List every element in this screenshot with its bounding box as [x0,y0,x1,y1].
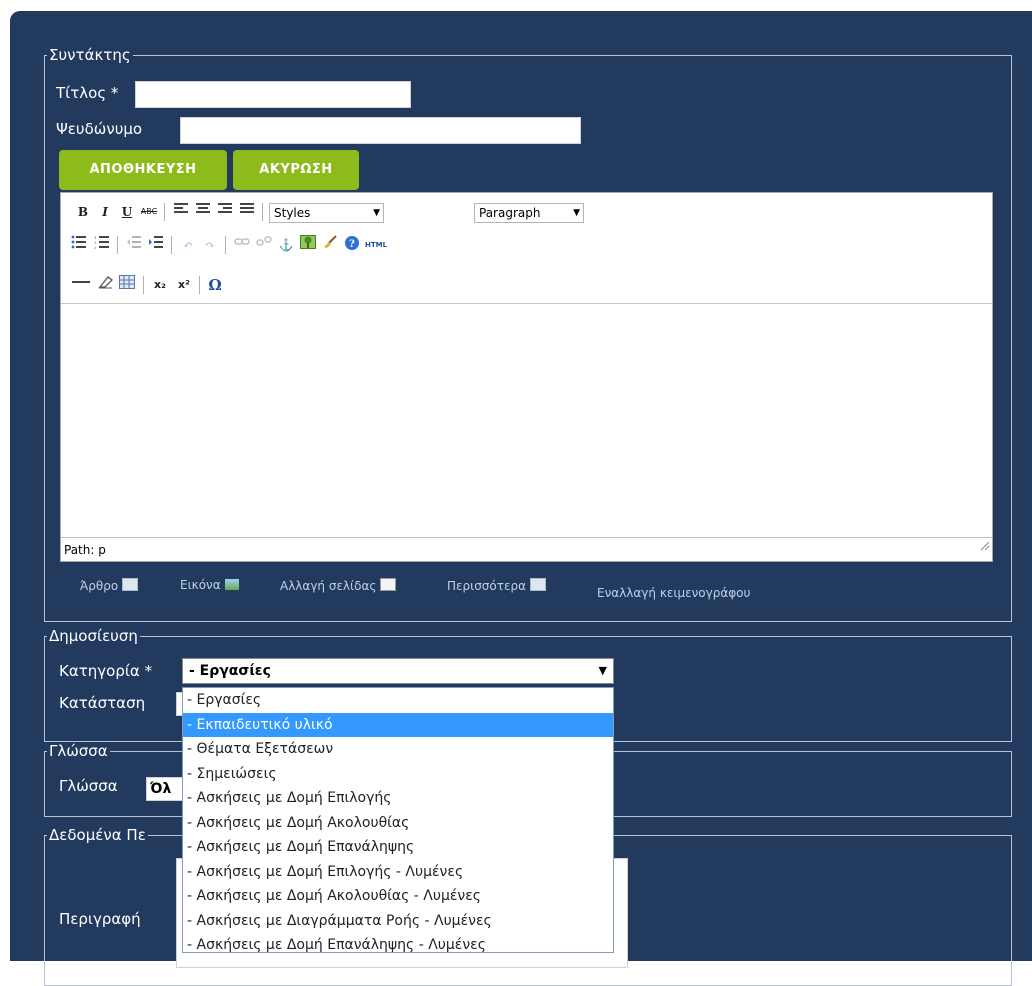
help-icon[interactable]: ? [342,235,362,255]
editor-path-bar: Path: p [61,537,992,561]
underline-button[interactable]: U [117,202,137,222]
language-label: Γλώσσα [59,777,118,795]
page-break-button[interactable]: Αλλαγή σελίδας [280,578,397,593]
svg-text:?: ? [349,239,355,250]
save-button[interactable]: ΑΠΟΘΗΚΕΥΣΗ [59,150,227,190]
editor-legend: Συντάκτης [49,46,131,64]
category-option[interactable]: - Ασκήσεις με Δομή Επανάληψης - Λυμένες [183,933,613,958]
numbered-list-icon[interactable]: 123 [92,235,112,255]
align-left-icon[interactable] [171,202,191,222]
toolbar-separator [143,276,144,294]
outdent-icon[interactable] [124,235,144,255]
link-icon[interactable] [232,235,252,255]
alias-label: Ψευδώνυμο [56,120,143,138]
anchor-icon[interactable]: ⚓ [276,235,296,255]
category-option[interactable]: - Ασκήσεις με Δομή Ακολουθίας - Λυμένες [183,884,613,909]
align-justify-icon[interactable] [237,202,257,222]
category-option[interactable]: - Ασκήσεις με Δομή Επιλογής [183,786,613,811]
path-text: Path: p [64,543,106,557]
language-select[interactable]: Όλ [146,777,186,801]
toolbar-separator [164,203,165,221]
align-center-icon[interactable] [193,202,213,222]
undo-icon[interactable]: ↶ [178,235,198,255]
insert-image-label: Εικόνα [180,578,221,592]
chevron-down-icon: ▼ [598,664,607,677]
chevron-down-icon: ▼ [573,208,580,218]
remove-format-icon[interactable] [95,275,115,295]
article-icon [122,578,139,591]
category-option[interactable]: - Σημειώσεις [183,762,613,787]
insert-article-button[interactable]: Άρθρο [80,578,139,593]
resize-handle-icon[interactable] [980,535,990,559]
html-source-button[interactable]: HTML [363,235,389,255]
format-select-value: Paragraph [479,206,541,220]
category-option[interactable]: - Ασκήσεις με Διαγράμματα Ροής - Λυμένες [183,909,613,934]
subscript-button[interactable]: x₂ [150,275,170,295]
styles-select-value: Styles [274,206,311,220]
status-label: Κατάσταση [59,694,146,712]
toolbar-separator [262,203,263,221]
superscript-button[interactable]: x² [174,275,194,295]
format-select[interactable]: Paragraph ▼ [474,203,584,223]
description-label: Περιγραφή [59,910,141,928]
table-icon[interactable] [117,275,137,295]
category-option[interactable]: - Ασκήσεις με Δομή Ακολουθίας [183,811,613,836]
language-legend: Γλώσσα [49,742,108,760]
toolbar-separator [225,236,226,254]
category-option[interactable]: - Θέματα Εξετάσεων [183,737,613,762]
editor-content-area[interactable] [61,304,992,538]
rich-text-editor: B I U ABC Styles ▼ Paragraph ▼ 123 ↶ ↷ ⚓ ?… [60,192,993,562]
category-options-list: - Εργασίες - Εκπαιδευτικό υλικό - Θέματα Ε… [182,687,614,953]
cancel-button[interactable]: ΑΚΥΡΩΣΗ [233,150,359,190]
title-input[interactable] [135,81,411,108]
bullet-list-icon[interactable] [69,235,89,255]
svg-text:3: 3 [94,245,97,249]
toolbar-separator [199,276,200,294]
category-option[interactable]: - Εκπαιδευτικό υλικό [183,712,613,737]
publishing-legend: Δημοσίευση [49,627,138,645]
toolbar-separator [171,236,172,254]
category-option[interactable]: - Ασκήσεις με Δομή Επανάληψης [183,835,613,860]
align-right-icon[interactable] [215,202,235,222]
horizontal-rule-icon[interactable] [71,275,91,295]
category-option[interactable]: - Ασκήσεις με Δομή Επιλογής - Λυμένες [183,860,613,885]
cleanup-brush-icon[interactable] [320,235,340,255]
insert-image-icon[interactable] [298,235,318,255]
category-label: Κατηγορία * [59,662,153,680]
title-label: Τίτλος * [56,84,119,102]
toolbar-row-2: 123 ↶ ↷ ⚓ ? HTML [61,232,992,259]
category-select-value: - Εργασίες [189,663,271,679]
category-option[interactable]: - Εργασίες [183,688,613,713]
page-break-icon [380,578,397,591]
category-select[interactable]: - Εργασίες ▼ [182,658,614,684]
page-break-label: Αλλαγή σελίδας [280,579,377,593]
toggle-editor-link[interactable]: Εναλλαγή κειμενογράφου [597,586,750,600]
insert-article-label: Άρθρο [80,579,119,593]
italic-button[interactable]: I [95,202,115,222]
strikethrough-button[interactable]: ABC [139,202,159,222]
chevron-down-icon: ▼ [373,208,380,218]
read-more-label: Περισσότερα [447,579,526,593]
bold-button[interactable]: B [73,202,93,222]
redo-icon[interactable]: ↷ [200,235,220,255]
toolbar-row-3: x₂ x² Ω [61,272,992,299]
language-select-value: Όλ [150,781,172,797]
insert-image-button[interactable]: Εικόνα [180,578,239,592]
metadata-legend: Δεδομένα Πε [49,826,146,844]
styles-select[interactable]: Styles ▼ [269,203,384,223]
indent-icon[interactable] [146,235,166,255]
toolbar-row-1: B I U ABC Styles ▼ Paragraph ▼ [61,199,992,226]
toolbar-separator [117,236,118,254]
unlink-icon[interactable] [254,235,274,255]
read-more-icon [529,578,546,591]
alias-input[interactable] [180,117,581,144]
image-icon [224,579,239,590]
read-more-button[interactable]: Περισσότερα [447,578,546,593]
special-character-button[interactable]: Ω [205,275,225,295]
